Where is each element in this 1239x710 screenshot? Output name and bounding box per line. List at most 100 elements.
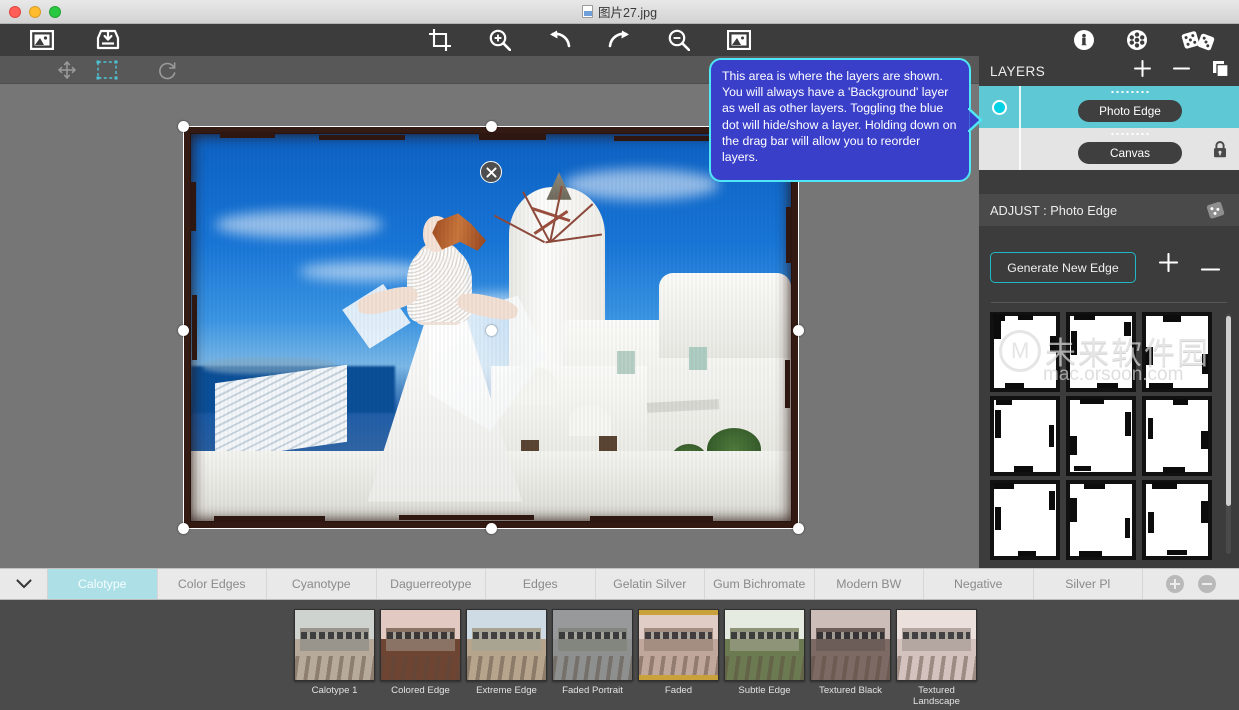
info-icon[interactable]: [1068, 24, 1100, 56]
window-title: 图片27.jpg: [0, 2, 1239, 21]
preset-thumbnail[interactable]: [294, 609, 375, 681]
arch: [569, 404, 611, 436]
adjust-header: ADJUST : Photo Edge: [979, 194, 1239, 226]
preset-thumbnail[interactable]: [896, 609, 977, 681]
preset-item[interactable]: Textured Black: [810, 609, 891, 707]
layers-header: LAYERS: [979, 56, 1239, 86]
edge-thumbnail[interactable]: [1142, 480, 1212, 560]
preset-thumbnail[interactable]: [466, 609, 547, 681]
tab-modern-bw[interactable]: Modern BW: [815, 569, 924, 599]
edge-thumbnail[interactable]: [1142, 396, 1212, 476]
dice-icon[interactable]: [1178, 24, 1218, 56]
edge-thumbnail[interactable]: [1142, 312, 1212, 392]
remove-edge-button[interactable]: [1200, 259, 1221, 277]
tab-negative[interactable]: Negative: [924, 569, 1034, 599]
minimize-window-button[interactable]: [29, 6, 41, 18]
preset-item[interactable]: Colored Edge: [380, 609, 461, 707]
layer-row[interactable]: Photo Edge: [979, 86, 1239, 128]
remove-preset-button[interactable]: [1198, 575, 1216, 593]
layer-row[interactable]: Canvas: [979, 128, 1239, 170]
zoom-in-icon[interactable]: [484, 24, 516, 56]
reset-tool[interactable]: [152, 56, 182, 84]
edge-thumbnail[interactable]: [1066, 312, 1136, 392]
edge-thumbnail[interactable]: [990, 480, 1060, 560]
resize-handle-top-center[interactable]: [486, 121, 497, 132]
filter-tab-bar: Calotype Color Edges Cyanotype Daguerreo…: [0, 568, 1239, 600]
edge-thumbnail-grid[interactable]: [990, 312, 1212, 562]
select-tool[interactable]: [92, 56, 122, 84]
preset-item[interactable]: Textured Landscape: [896, 609, 977, 707]
redo-icon[interactable]: [604, 24, 636, 56]
collapse-panel-button[interactable]: [0, 569, 48, 599]
preset-thumbnail[interactable]: [810, 609, 891, 681]
adjust-divider: [991, 302, 1227, 303]
zoom-window-button[interactable]: [49, 6, 61, 18]
preset-thumbnail[interactable]: [638, 609, 719, 681]
generate-new-edge-button[interactable]: Generate New Edge: [990, 252, 1136, 283]
layer-name-photo-edge[interactable]: Photo Edge: [1078, 99, 1182, 122]
layers-title: LAYERS: [990, 63, 1046, 79]
preset-label: Faded: [664, 685, 693, 696]
fit-image-icon[interactable]: [723, 24, 755, 56]
move-tool[interactable]: [52, 56, 82, 84]
preset-label: Colored Edge: [391, 685, 450, 696]
preset-label: Faded Portrait: [562, 685, 623, 696]
layer-name-canvas[interactable]: Canvas: [1078, 141, 1182, 164]
scrollbar-thumb[interactable]: [1226, 316, 1231, 506]
close-selection-button[interactable]: [480, 161, 502, 183]
tab-calotype[interactable]: Calotype: [48, 569, 158, 599]
title-bar: 图片27.jpg: [0, 0, 1239, 24]
layer-drag-bar[interactable]: Photo Edge: [1021, 86, 1239, 128]
settings-icon[interactable]: [1121, 24, 1153, 56]
zoom-out-icon[interactable]: [663, 24, 695, 56]
tab-gelatin-silver[interactable]: Gelatin Silver: [596, 569, 705, 599]
resize-handle-middle-right[interactable]: [793, 325, 804, 336]
undo-icon[interactable]: [543, 24, 575, 56]
tab-color-edges[interactable]: Color Edges: [158, 569, 267, 599]
preset-item[interactable]: Extreme Edge: [466, 609, 547, 707]
resize-handle-bottom-left[interactable]: [178, 523, 189, 534]
add-layer-button[interactable]: [1134, 60, 1151, 82]
edge-thumbnail[interactable]: [990, 312, 1060, 392]
preset-item[interactable]: Faded Portrait: [552, 609, 633, 707]
tab-gum-bichromate[interactable]: Gum Bichromate: [705, 569, 815, 599]
remove-layer-button[interactable]: [1173, 60, 1190, 82]
tab-edges[interactable]: Edges: [486, 569, 596, 599]
photo-selection[interactable]: [178, 121, 804, 534]
preset-filmstrip: Calotype 1 Colored Edge Extreme Edge Fad…: [0, 600, 1239, 710]
layer-visibility-toggle[interactable]: [979, 99, 1019, 115]
tab-silver-pl[interactable]: Silver Pl: [1034, 569, 1143, 599]
resize-handle-middle-left[interactable]: [178, 325, 189, 336]
add-preset-button[interactable]: [1166, 575, 1184, 593]
crop-icon[interactable]: [424, 24, 456, 56]
edge-thumbnail[interactable]: [1066, 396, 1136, 476]
adjust-dice-icon[interactable]: [1205, 201, 1227, 224]
visibility-dot-icon: [991, 99, 1007, 115]
preset-thumbnail[interactable]: [380, 609, 461, 681]
layers-help-tooltip[interactable]: This area is where the layers are shown.…: [709, 58, 982, 182]
edge-grid-scrollbar[interactable]: [1226, 314, 1231, 554]
edge-thumbnail[interactable]: [1066, 480, 1136, 560]
preset-thumbnail[interactable]: [552, 609, 633, 681]
duplicate-layer-button[interactable]: [1212, 60, 1229, 82]
resize-handle-bottom-right[interactable]: [793, 523, 804, 534]
close-window-button[interactable]: [9, 6, 21, 18]
tab-daguerreotype[interactable]: Daguerreotype: [377, 569, 486, 599]
resize-handle-center[interactable]: [486, 325, 497, 336]
image-icon[interactable]: [26, 24, 58, 56]
layer-drag-bar[interactable]: Canvas: [1021, 128, 1239, 170]
import-icon[interactable]: [92, 24, 124, 56]
preset-item[interactable]: Faded: [638, 609, 719, 707]
preset-item[interactable]: Calotype 1: [294, 609, 375, 707]
window: [689, 346, 707, 371]
resize-handle-bottom-center[interactable]: [486, 523, 497, 534]
edge-thumbnail[interactable]: [990, 396, 1060, 476]
lock-icon[interactable]: [1213, 141, 1227, 163]
bride-subject: [342, 208, 548, 502]
resize-handle-top-left[interactable]: [178, 121, 189, 132]
preset-item[interactable]: Subtle Edge: [724, 609, 805, 707]
add-edge-button[interactable]: [1158, 252, 1179, 277]
preset-thumbnail[interactable]: [724, 609, 805, 681]
main-toolbar: [0, 24, 1239, 56]
tab-cyanotype[interactable]: Cyanotype: [267, 569, 377, 599]
